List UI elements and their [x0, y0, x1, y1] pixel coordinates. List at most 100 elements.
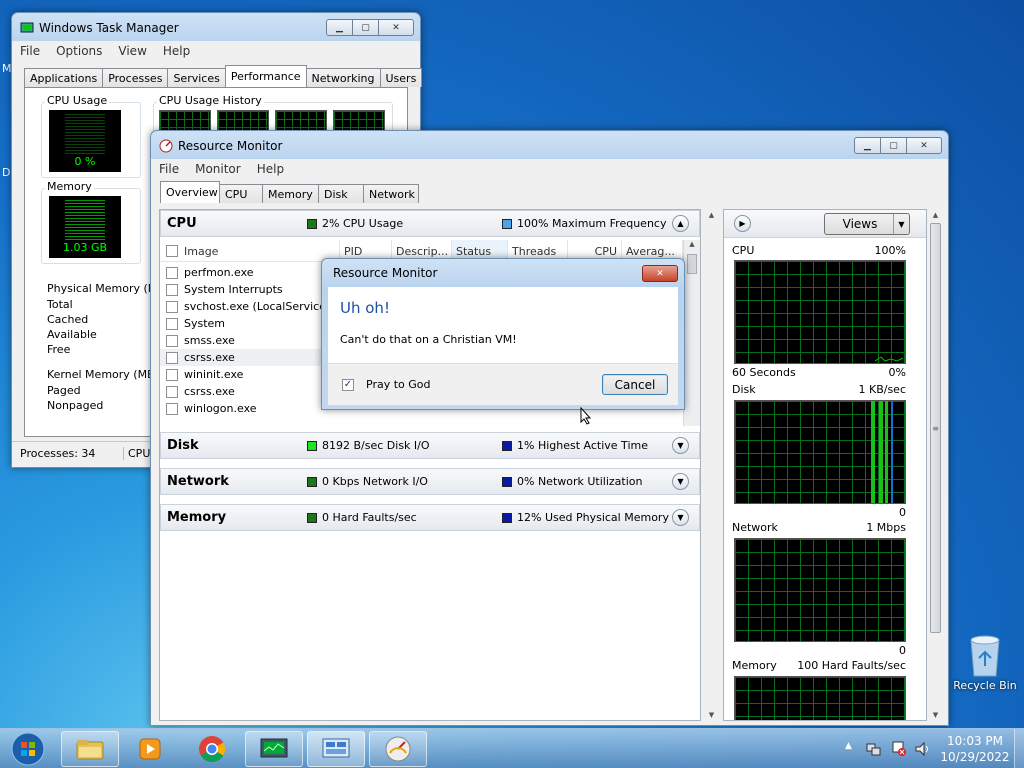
select-all-checkbox[interactable]: [166, 245, 178, 257]
dialog-titlebar[interactable]: Resource Monitor: [322, 259, 684, 287]
minimize-button[interactable]: ▁: [854, 137, 881, 154]
maximize-button[interactable]: ▢: [352, 19, 379, 36]
menu-view[interactable]: View: [110, 44, 154, 58]
kernel-memory-nonpaged: Nonpaged: [47, 399, 104, 412]
tab-network[interactable]: Network: [363, 184, 419, 203]
memory-graph: [734, 676, 906, 720]
process-table-scrollbar[interactable]: ▲: [683, 240, 700, 426]
menu-help[interactable]: Help: [155, 44, 198, 58]
scroll-down-icon[interactable]: ▼: [703, 711, 720, 719]
chevron-right-icon[interactable]: ▶: [734, 215, 751, 232]
tab-networking[interactable]: Networking: [305, 68, 381, 87]
table-row[interactable]: perfmon.exe: [166, 264, 254, 281]
left-pane-scrollbar[interactable]: ▲ ▼: [703, 211, 720, 719]
disk-section-header[interactable]: Disk 8192 B/sec Disk I/O 1% Highest Acti…: [160, 432, 700, 459]
memory-section-header[interactable]: Memory 0 Hard Faults/sec 12% Used Physic…: [160, 504, 700, 531]
maximize-button[interactable]: ▢: [880, 137, 907, 154]
start-button[interactable]: [4, 729, 52, 768]
row-checkbox[interactable]: [166, 300, 178, 313]
scroll-up-icon[interactable]: ▲: [703, 211, 720, 219]
menu-file[interactable]: File: [12, 44, 48, 58]
table-row[interactable]: smss.exe: [166, 332, 235, 349]
chevron-up-icon[interactable]: ▲: [672, 215, 689, 232]
row-checkbox[interactable]: [166, 385, 178, 398]
taskbar-media-player[interactable]: [121, 731, 179, 767]
row-checkbox[interactable]: [166, 283, 178, 296]
show-desktop-button[interactable]: [1014, 729, 1024, 768]
cpu-section-header[interactable]: CPU 2% CPU Usage 100% Maximum Frequency …: [160, 210, 700, 237]
resource-monitor-window[interactable]: Resource Monitor ▁ ▢ ✕ File Monitor Help…: [150, 130, 949, 726]
tab-users[interactable]: Users: [379, 68, 423, 87]
table-row[interactable]: System Interrupts: [166, 281, 283, 298]
views-button[interactable]: Views ▼: [824, 213, 910, 235]
show-hidden-icons-icon[interactable]: ▲: [845, 741, 852, 751]
row-checkbox[interactable]: [166, 351, 178, 364]
network-section-header[interactable]: Network 0 Kbps Network I/O 0% Network Ut…: [160, 468, 700, 495]
resource-monitor-icon: [159, 139, 173, 153]
table-row[interactable]: System: [166, 315, 225, 332]
table-row[interactable]: wininit.exe: [166, 366, 243, 383]
tab-cpu[interactable]: CPU: [219, 184, 263, 203]
scroll-thumb[interactable]: ≡: [930, 223, 941, 633]
network-tray-icon[interactable]: [866, 741, 882, 757]
minimize-icon: ▁: [864, 140, 871, 151]
close-button[interactable]: ✕: [906, 137, 942, 154]
table-row[interactable]: csrss.exe: [166, 383, 235, 400]
row-checkbox[interactable]: [166, 368, 178, 381]
chevron-down-icon[interactable]: ▼: [672, 509, 689, 526]
row-checkbox[interactable]: [166, 317, 178, 330]
minimize-button[interactable]: ▁: [326, 19, 353, 36]
menu-help[interactable]: Help: [249, 162, 292, 176]
maximize-icon: ▢: [361, 22, 370, 33]
mouse-cursor-icon: [580, 407, 592, 425]
pray-to-god-label: Pray to God: [366, 378, 431, 391]
network-graph-max: 1 Mbps: [866, 521, 906, 534]
menu-file[interactable]: File: [151, 162, 187, 176]
tab-services[interactable]: Services: [167, 68, 226, 87]
tab-applications[interactable]: Applications: [24, 68, 104, 87]
graph-pane-toolbar: ▶ Views ▼: [724, 210, 926, 238]
used-memory-stat: 12% Used Physical Memory: [517, 511, 669, 524]
resource-monitor-titlebar[interactable]: Resource Monitor: [151, 131, 948, 161]
dialog-close-button[interactable]: ✕: [642, 265, 678, 282]
scroll-up-icon[interactable]: ▲: [684, 240, 700, 248]
taskbar-resource-monitor[interactable]: [307, 731, 365, 767]
close-button[interactable]: ✕: [378, 19, 414, 36]
error-dialog[interactable]: Resource Monitor ✕ Uh oh! Can't do that …: [321, 258, 685, 410]
tab-overview[interactable]: Overview: [160, 181, 220, 203]
taskbar-perfmon[interactable]: [369, 731, 427, 767]
taskbar-chrome[interactable]: [183, 731, 241, 767]
taskbar-explorer[interactable]: [61, 731, 119, 767]
column-image[interactable]: Image: [160, 240, 340, 262]
scroll-thumb[interactable]: [687, 254, 697, 274]
physical-memory-total: Total: [47, 298, 73, 311]
tab-disk[interactable]: Disk: [318, 184, 364, 203]
table-row[interactable]: winlogon.exe: [166, 400, 257, 417]
tab-processes[interactable]: Processes: [102, 68, 169, 87]
recycle-bin-icon: [970, 635, 1000, 677]
chevron-down-icon[interactable]: ▼: [672, 473, 689, 490]
clock[interactable]: 10:03 PM 10/29/2022: [940, 733, 1010, 765]
scroll-up-icon[interactable]: ▲: [927, 211, 944, 219]
tab-performance[interactable]: Performance: [224, 65, 307, 87]
dialog-message: Can't do that on a Christian VM!: [340, 333, 517, 346]
physical-memory-available: Available: [47, 328, 97, 341]
row-checkbox[interactable]: [166, 334, 178, 347]
recycle-bin[interactable]: Recycle Bin: [950, 630, 1020, 692]
chevron-down-icon[interactable]: ▼: [672, 437, 689, 454]
action-center-icon[interactable]: [891, 741, 907, 757]
volume-icon[interactable]: [914, 741, 932, 757]
dialog-footer: ✓ Pray to God Cancel: [328, 363, 678, 405]
scroll-down-icon[interactable]: ▼: [927, 711, 944, 719]
row-checkbox[interactable]: [166, 402, 178, 415]
disk-graph-footer-right: 0: [899, 506, 906, 519]
taskbar-task-manager[interactable]: [245, 731, 303, 767]
tab-memory[interactable]: Memory: [262, 184, 319, 203]
table-row[interactable]: svchost.exe (LocalServiceNo: [166, 298, 341, 315]
graph-pane-scrollbar[interactable]: ▲ ≡ ▼: [927, 211, 944, 719]
menu-monitor[interactable]: Monitor: [187, 162, 249, 176]
cancel-button[interactable]: Cancel: [602, 374, 668, 395]
menu-options[interactable]: Options: [48, 44, 110, 58]
row-checkbox[interactable]: [166, 266, 178, 279]
pray-to-god-checkbox[interactable]: ✓ Pray to God: [342, 378, 431, 391]
